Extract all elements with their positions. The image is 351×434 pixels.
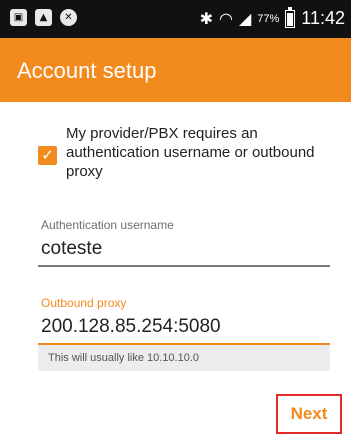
auth-username-field[interactable]: coteste xyxy=(41,238,102,260)
auth-username-label: Authentication username xyxy=(41,218,174,232)
auth-username-underline xyxy=(38,265,330,267)
outbound-proxy-hint: This will usually like 10.10.10.0 xyxy=(38,345,330,371)
battery-icon xyxy=(285,6,296,28)
wifi-icon: ◠ xyxy=(218,9,233,28)
signal-icon: ◢ xyxy=(238,9,252,28)
page-title: Account setup xyxy=(17,58,157,83)
image-icon: ▲ xyxy=(35,9,52,26)
blocked-icon: ✕ xyxy=(60,9,77,26)
bluetooth-icon: ✱ xyxy=(199,9,213,28)
status-bar: ▣ ▲ ✕ ✱ ◠ ◢ 77% 11:42 xyxy=(0,0,351,38)
app-bar: Account setup xyxy=(0,38,351,102)
notification-icon: ▣ xyxy=(10,9,27,26)
battery-percent: 77% xyxy=(257,12,280,25)
clock: 11:42 xyxy=(301,8,345,28)
outbound-proxy-label: Outbound proxy xyxy=(41,296,127,310)
auth-checkbox[interactable]: ✓ xyxy=(38,146,57,165)
outbound-proxy-field[interactable]: 200.128.85.254:5080 xyxy=(41,316,221,338)
next-button[interactable]: Next xyxy=(276,394,342,434)
auth-checkbox-label: My provider/PBX requires an authenticati… xyxy=(66,125,315,180)
